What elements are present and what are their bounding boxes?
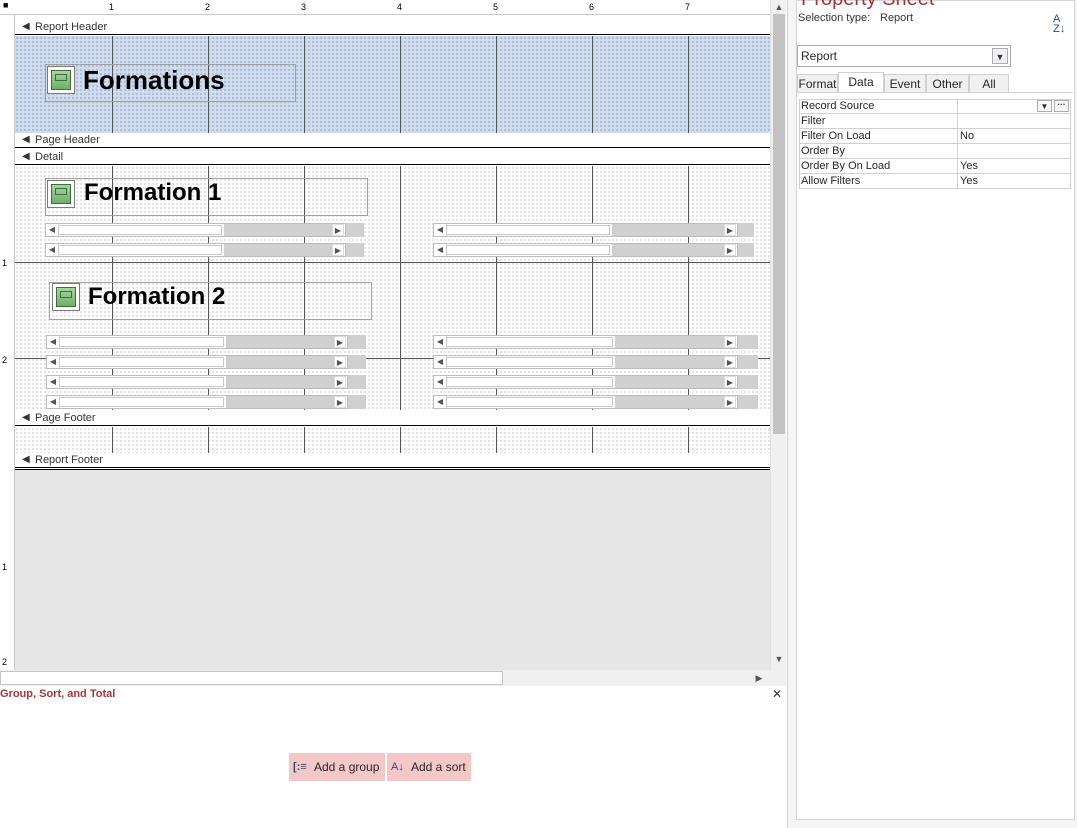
property-name: Allow Filters (801, 175, 861, 187)
section-label: Detail (35, 151, 64, 163)
selection-type-value: Report (880, 12, 914, 24)
scroll-right-icon[interactable]: ▶ (752, 671, 766, 685)
scrollbar-control[interactable]: ◀ ▶ (46, 375, 348, 389)
section-arrow-icon: ◀ (22, 454, 30, 465)
page-footer-section[interactable] (15, 427, 770, 453)
property-name: Order By (801, 145, 846, 157)
ruler-number: 2 (2, 355, 8, 365)
report-header-bar[interactable]: ◀ Report Header (15, 20, 770, 35)
section-label: Report Header (35, 21, 108, 33)
property-value[interactable]: Yes (960, 175, 978, 187)
object-selector-value: Report (801, 49, 838, 63)
add-group-label: Add a group (314, 760, 380, 774)
section-label: Report Footer (35, 454, 103, 466)
section-arrow-icon: ◀ (22, 412, 30, 423)
report-title[interactable]: Formations (83, 65, 225, 96)
tab-all[interactable]: All (969, 74, 1009, 93)
section-label: Page Footer (35, 412, 96, 424)
detail-section[interactable]: Formation 1 ◀ ▶ ◀ ▶ ◀ ▶ ◀ ▶ Formation 2 ◀ ▶ ◀… (15, 166, 770, 410)
scroll-down-icon[interactable]: ▼ (772, 652, 786, 666)
property-row-record-source[interactable]: Record Source ▼ ··· (799, 99, 1071, 114)
group-icon: [:≡ (293, 761, 307, 773)
property-name: Filter (801, 115, 826, 127)
add-sort-button[interactable]: A↓ Add a sort (387, 753, 471, 781)
close-icon[interactable]: ✕ (772, 687, 782, 701)
group-sort-total-title: Group, Sort, and Total (0, 688, 116, 700)
scroll-thumb[interactable] (0, 671, 503, 685)
ruler-number: 4 (397, 2, 403, 12)
scroll-thumb[interactable] (773, 14, 785, 434)
detail-bar[interactable]: ◀ Detail (15, 150, 770, 165)
ruler-number: 6 (589, 2, 595, 12)
scrollbar-control[interactable]: ◀ ▶ (45, 243, 346, 257)
ruler-number: 2 (2, 657, 8, 667)
report-footer-bar[interactable]: ◀ Report Footer (15, 453, 770, 468)
section-label: Page Header (35, 134, 100, 146)
section-arrow-icon: ◀ (22, 21, 30, 32)
selection-type-label: Selection type: (798, 12, 871, 24)
page-footer-bar[interactable]: ◀ Page Footer (15, 411, 770, 426)
ruler-number: 1 (2, 258, 8, 268)
scrollbar-control[interactable]: ◀ ▶ (433, 395, 738, 409)
ruler-number: 5 (493, 2, 499, 12)
add-group-button[interactable]: [:≡ Add a group (289, 753, 385, 781)
section-arrow-icon: ◀ (22, 151, 30, 162)
tab-format[interactable]: Format (797, 74, 838, 93)
property-value[interactable]: No (960, 130, 974, 142)
sort-az-icon[interactable]: A Z↓ (1053, 14, 1065, 35)
scrollbar-control[interactable]: ◀ ▶ (433, 223, 738, 237)
property-name: Filter On Load (801, 130, 871, 142)
property-row-order-by[interactable]: Order By (799, 144, 1071, 159)
property-row-filter[interactable]: Filter (799, 114, 1071, 129)
property-sheet-title: Property Sheet (801, 0, 934, 11)
scroll-up-icon[interactable]: ▲ (772, 0, 786, 14)
report-logo-icon[interactable] (47, 66, 75, 94)
build-ellipsis-icon[interactable]: ··· (1054, 100, 1069, 112)
scrollbar-control[interactable]: ◀ ▶ (46, 395, 348, 409)
property-row-order-by-on-load[interactable]: Order By On Load Yes (799, 159, 1071, 174)
designer-empty-area (15, 469, 770, 670)
ruler-number: 1 (109, 2, 115, 12)
tab-data[interactable]: Data (838, 72, 884, 93)
formation1-title[interactable]: Formation 1 (84, 179, 221, 207)
object-selector-dropdown[interactable]: Report ▼ (797, 45, 1011, 67)
property-name: Record Source (801, 100, 875, 112)
formation1-logo-icon[interactable] (47, 180, 75, 208)
formation2-logo-icon[interactable] (52, 283, 80, 311)
scrollbar-control[interactable]: ◀ ▶ (45, 223, 346, 237)
ruler-number: 1 (2, 562, 8, 572)
chevron-down-icon[interactable]: ▼ (992, 48, 1008, 64)
report-header-section[interactable]: Formations (15, 36, 770, 133)
horizontal-ruler: ■ 1 2 3 4 5 6 7 (0, 0, 770, 15)
vertical-ruler: 1 2 1 2 (0, 15, 15, 670)
scrollbar-control[interactable]: ◀ ▶ (46, 355, 348, 369)
scroll-corner (770, 670, 786, 686)
add-sort-label: Add a sort (411, 760, 466, 774)
property-value[interactable]: Yes (960, 160, 978, 172)
ruler-number: 2 (205, 2, 211, 12)
designer-vertical-scrollbar[interactable]: ▲ ▼ (770, 0, 786, 670)
scrollbar-control[interactable]: ◀ ▶ (433, 335, 738, 349)
scrollbar-control[interactable]: ◀ ▶ (433, 355, 738, 369)
section-arrow-icon: ◀ (22, 134, 30, 145)
property-name: Order By On Load (801, 160, 891, 172)
formation2-title[interactable]: Formation 2 (88, 283, 225, 311)
ruler-number: 7 (685, 2, 691, 12)
scrollbar-control[interactable]: ◀ ▶ (46, 335, 348, 349)
scrollbar-control[interactable]: ◀ ▶ (433, 375, 738, 389)
designer-horizontal-scrollbar[interactable]: ▶ (0, 670, 770, 686)
ruler-number: 3 (301, 2, 307, 12)
page-header-bar[interactable]: ◀ Page Header (15, 133, 770, 148)
property-row-filter-on-load[interactable]: Filter On Load No (799, 129, 1071, 144)
chevron-down-icon[interactable]: ▼ (1037, 100, 1052, 112)
sort-az-icon: A↓ (391, 761, 404, 773)
property-row-allow-filters[interactable]: Allow Filters Yes (799, 174, 1071, 189)
tab-event[interactable]: Event (884, 74, 926, 93)
ruler-corner: ■ (3, 0, 9, 10)
tab-other[interactable]: Other (926, 74, 969, 93)
scrollbar-control[interactable]: ◀ ▶ (433, 243, 738, 257)
